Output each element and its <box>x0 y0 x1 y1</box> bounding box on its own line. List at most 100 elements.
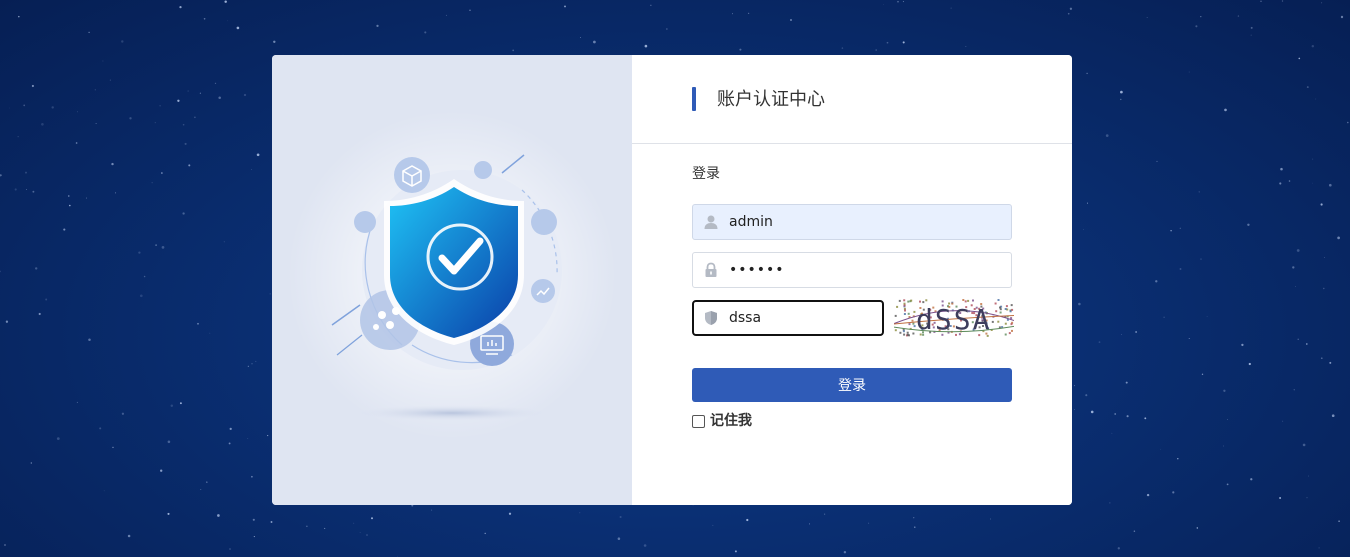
star <box>1296 249 1300 252</box>
star <box>138 251 141 254</box>
star <box>1305 343 1308 345</box>
star <box>121 40 124 43</box>
captcha-noise-dot <box>906 333 909 336</box>
star <box>38 312 41 316</box>
captcha-noise-dot <box>999 306 1001 309</box>
captcha-image-text: dSSA <box>916 303 991 336</box>
star <box>1282 420 1284 422</box>
star <box>109 79 111 81</box>
star <box>617 537 621 540</box>
star <box>445 14 447 16</box>
star <box>1226 419 1228 421</box>
star <box>255 360 257 362</box>
star <box>1133 530 1136 533</box>
remember-me[interactable]: 记住我 <box>692 411 752 429</box>
star <box>1226 483 1229 486</box>
star <box>746 518 749 522</box>
star <box>223 241 225 243</box>
star <box>159 105 161 107</box>
star <box>1302 443 1306 447</box>
star <box>868 522 870 524</box>
captcha-field[interactable]: dssa <box>692 300 884 336</box>
star <box>732 13 733 15</box>
star <box>1321 2 1323 4</box>
star <box>188 164 191 167</box>
star <box>1328 183 1332 187</box>
captcha-noise-dot <box>1004 322 1007 325</box>
captcha-noise-dot <box>1008 332 1011 335</box>
captcha-noise-dot <box>995 310 998 313</box>
star <box>0 270 1 273</box>
captcha-noise-dot <box>925 299 928 302</box>
star <box>179 402 182 405</box>
star <box>127 534 131 538</box>
captcha-image[interactable]: dSSA <box>894 299 1014 337</box>
star <box>94 89 96 91</box>
star <box>155 244 157 246</box>
remember-me-checkbox[interactable] <box>692 414 705 428</box>
star <box>1188 338 1190 339</box>
star <box>32 190 35 193</box>
star <box>1146 493 1150 497</box>
star <box>593 40 596 44</box>
star <box>1206 316 1208 317</box>
captcha-noise-dot <box>904 309 906 312</box>
star <box>1318 547 1320 549</box>
star <box>139 294 143 298</box>
remember-me-label: 记住我 <box>710 413 752 429</box>
star <box>913 517 915 519</box>
star <box>1331 414 1335 418</box>
star <box>194 116 196 119</box>
star <box>875 49 878 51</box>
star <box>1292 266 1295 269</box>
star <box>579 36 581 38</box>
star <box>1121 334 1122 335</box>
star <box>1306 86 1309 89</box>
star <box>1248 362 1251 366</box>
captcha-noise-dot <box>903 333 906 336</box>
star <box>1105 134 1109 137</box>
star <box>1200 16 1202 18</box>
star <box>179 5 182 9</box>
username-value: admin <box>729 214 773 230</box>
star <box>1125 381 1128 384</box>
star <box>1120 98 1122 101</box>
star <box>790 19 792 21</box>
username-field[interactable]: admin <box>692 204 1012 240</box>
star <box>1324 256 1325 258</box>
login-button[interactable]: 登录 <box>692 368 1012 402</box>
star <box>1087 202 1088 204</box>
security-illustration <box>272 55 632 505</box>
star <box>1338 520 1340 523</box>
star <box>256 153 260 157</box>
captcha-noise-dot <box>997 320 1000 323</box>
star <box>103 490 105 492</box>
captcha-noise-dot <box>1004 308 1007 310</box>
star <box>1340 15 1344 19</box>
star <box>85 197 88 199</box>
star <box>1144 417 1147 420</box>
password-field[interactable]: •••••• <box>692 252 1012 288</box>
star <box>424 31 427 34</box>
star <box>397 555 398 557</box>
star <box>17 136 19 138</box>
star <box>484 532 486 535</box>
star <box>359 532 361 534</box>
star <box>112 446 114 449</box>
star <box>712 524 714 526</box>
star <box>1086 72 1088 75</box>
star <box>251 168 252 170</box>
star <box>182 123 185 126</box>
star <box>1111 432 1113 434</box>
star <box>4 544 6 546</box>
captcha-noise-dot <box>972 299 974 302</box>
star <box>243 93 247 97</box>
star <box>200 488 202 490</box>
star <box>63 228 66 231</box>
star <box>650 4 652 6</box>
star <box>324 527 326 529</box>
captcha-noise-dot <box>999 311 1002 314</box>
star <box>25 188 27 190</box>
star <box>31 84 34 88</box>
captcha-noise-dot <box>902 330 905 333</box>
